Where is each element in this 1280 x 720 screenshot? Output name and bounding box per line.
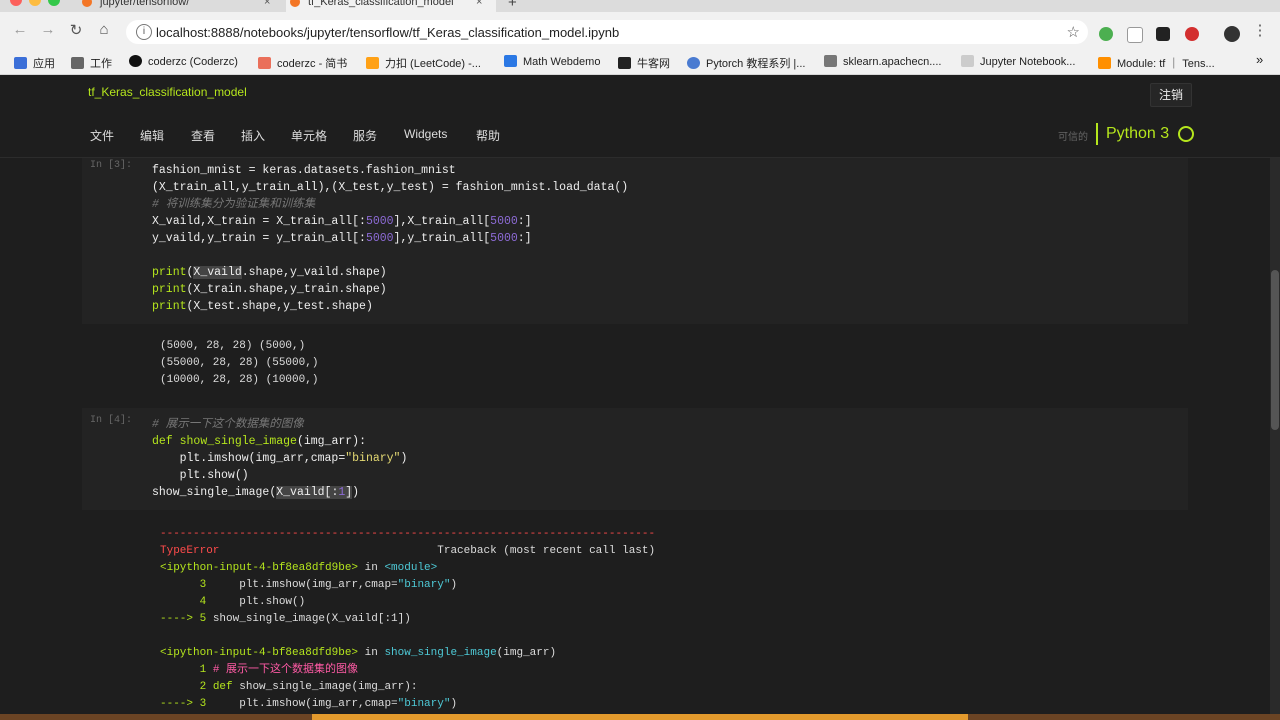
output-line: (55000, 28, 28) (55000,)	[160, 357, 319, 369]
extension-json-icon[interactable]	[1127, 27, 1143, 43]
bookmark-sklearn[interactable]: sklearn.apachecn....	[824, 55, 941, 68]
apps-grid-icon	[14, 57, 27, 69]
kernel-divider	[1096, 123, 1098, 145]
tab-notebook[interactable]: tf_Keras_classification_model ×	[286, 0, 496, 12]
menu-edit[interactable]: 编辑	[140, 127, 164, 144]
code-input[interactable]: fashion_mnist = keras.datasets.fashion_m…	[152, 162, 628, 315]
browser-toolbar: ← → ↻ ⌂ i localhost:8888/notebooks/jupyt…	[0, 12, 1280, 50]
bookmark-math-webdemo[interactable]: Math Webdemo	[504, 55, 600, 68]
dock-highlight	[312, 714, 968, 720]
bookmark-tf-module[interactable]: Module: tf ｜ Tens...	[1098, 55, 1215, 71]
bookmark-jianshu[interactable]: coderzc - 简书	[258, 55, 347, 71]
folder-icon	[71, 57, 84, 69]
output-line: (10000, 28, 28) (10000,)	[160, 374, 319, 386]
output-area-3: (5000, 28, 28) (5000,) (55000, 28, 28) (…	[160, 338, 318, 389]
bookmarks-overflow-button[interactable]: »	[1256, 52, 1263, 67]
menu-cell[interactable]: 单元格	[291, 127, 327, 144]
logout-button[interactable]: 注销	[1150, 83, 1192, 107]
menu-view[interactable]: 查看	[191, 127, 215, 144]
bookmark-star-icon[interactable]: ☆	[1067, 23, 1080, 41]
jianshu-icon	[258, 57, 271, 69]
error-traceback: ----------------------------------------…	[160, 528, 656, 710]
jupyter-favicon-icon	[290, 0, 300, 7]
kernel-idle-icon	[1178, 126, 1194, 142]
bookmark-github[interactable]: coderzc (Coderzc)	[129, 55, 238, 68]
tab-title: tf_Keras_classification_model	[308, 0, 454, 8]
code-input[interactable]: # 展示一下这个数据集的图像 def show_single_image(img…	[152, 416, 407, 501]
bookmark-leetcode[interactable]: 力扣 (LeetCode) -...	[366, 55, 481, 71]
window-controls	[10, 0, 67, 11]
tab-title: jupyter/tensorflow/	[100, 0, 190, 8]
extension-opera-icon[interactable]	[1185, 27, 1199, 41]
site-info-icon[interactable]: i	[136, 24, 152, 40]
browser-menu-icon[interactable]: ⋮	[1250, 21, 1270, 39]
tab-jupyter-tensorflow[interactable]: jupyter/tensorflow/ ×	[78, 0, 280, 12]
tab-close-icon[interactable]: ×	[476, 0, 482, 10]
menu-help[interactable]: 帮助	[476, 127, 500, 144]
menu-insert[interactable]: 插入	[241, 127, 265, 144]
extension-dark-icon[interactable]	[1156, 27, 1170, 41]
notebook-container: In [3]: fashion_mnist = keras.datasets.f…	[0, 158, 1270, 720]
leetcode-icon	[366, 57, 379, 69]
new-tab-button[interactable]: +	[508, 0, 517, 11]
extension-green-icon[interactable]	[1099, 27, 1113, 41]
bookmark-apps[interactable]: 应用	[14, 55, 55, 71]
nowcoder-icon	[618, 57, 631, 69]
page-icon	[961, 55, 974, 67]
jupyter-header: tf_Keras_classification_model 注销 文件 编辑 查…	[0, 75, 1280, 158]
minimize-window-icon[interactable]	[29, 0, 41, 6]
url-text[interactable]: localhost:8888/notebooks/jupyter/tensorf…	[156, 25, 619, 40]
back-button[interactable]: ←	[10, 21, 30, 38]
pytorch-icon	[687, 57, 700, 69]
profile-avatar[interactable]	[1224, 26, 1240, 42]
input-prompt: In [4]:	[90, 415, 133, 426]
notebook-title[interactable]: tf_Keras_classification_model	[88, 85, 247, 99]
bookmark-nowcoder[interactable]: 牛客网	[618, 55, 670, 71]
close-window-icon[interactable]	[10, 0, 22, 6]
tab-close-icon[interactable]: ×	[264, 0, 270, 10]
jupyter-favicon-icon	[82, 0, 92, 7]
kernel-name[interactable]: Python 3	[1106, 125, 1169, 143]
page-scrollbar-thumb[interactable]	[1271, 270, 1279, 430]
menu-kernel[interactable]: 服务	[353, 127, 377, 144]
trusted-indicator[interactable]: 可信的	[1058, 128, 1088, 143]
bookmarks-bar: 应用 工作 coderzc (Coderzc) coderzc - 简书 力扣 …	[0, 50, 1280, 75]
forward-button[interactable]: →	[38, 21, 58, 38]
bookmark-pytorch[interactable]: Pytorch 教程系列 |...	[687, 55, 805, 71]
book-icon	[824, 55, 837, 67]
address-bar[interactable]: i localhost:8888/notebooks/jupyter/tenso…	[126, 20, 1088, 44]
menu-file[interactable]: 文件	[90, 127, 114, 144]
page-scrollbar-track[interactable]	[1270, 158, 1280, 720]
browser-tab-strip: jupyter/tensorflow/ × tf_Keras_classific…	[0, 0, 1280, 12]
output-line: (5000, 28, 28) (5000,)	[160, 340, 306, 352]
menu-widgets[interactable]: Widgets	[404, 127, 447, 141]
math-webdemo-icon	[504, 55, 517, 67]
desktop-dock-strip	[0, 714, 1280, 720]
maximize-window-icon[interactable]	[48, 0, 60, 6]
github-icon	[129, 55, 142, 67]
tensorflow-icon	[1098, 57, 1111, 69]
bookmark-jupyter-notebook[interactable]: Jupyter Notebook...	[961, 55, 1075, 68]
home-button[interactable]: ⌂	[94, 21, 114, 38]
reload-button[interactable]: ↻	[66, 21, 86, 39]
input-prompt: In [3]:	[90, 160, 133, 171]
bookmark-work-folder[interactable]: 工作	[71, 55, 112, 71]
